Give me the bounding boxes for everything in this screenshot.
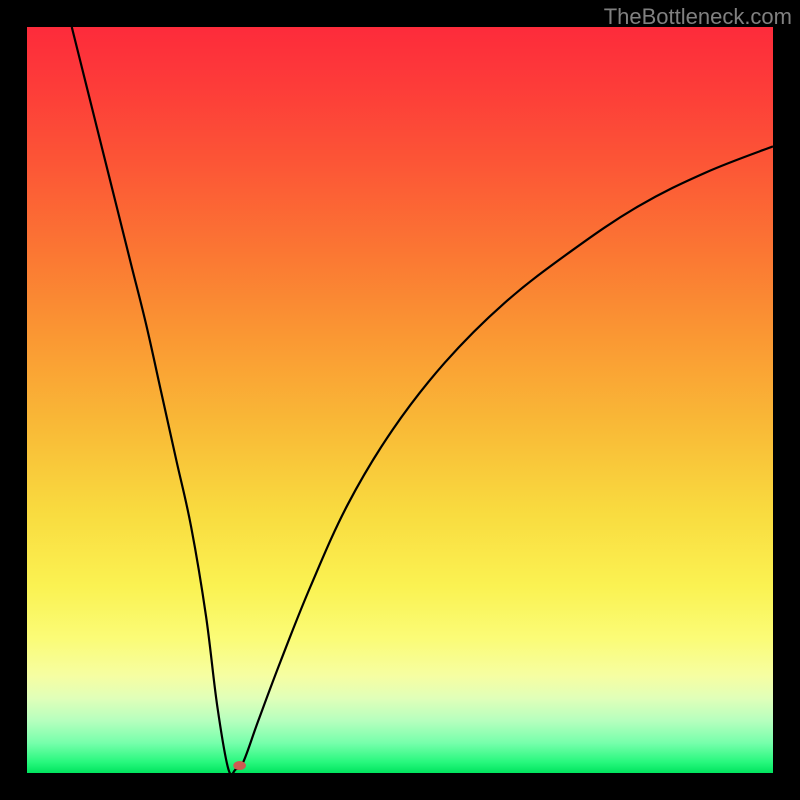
watermark-text: TheBottleneck.com	[604, 4, 792, 30]
bottleneck-curve	[72, 27, 773, 775]
plot-area	[27, 27, 773, 773]
curve-svg	[27, 27, 773, 773]
minimum-marker	[233, 761, 246, 770]
chart-frame: TheBottleneck.com	[0, 0, 800, 800]
